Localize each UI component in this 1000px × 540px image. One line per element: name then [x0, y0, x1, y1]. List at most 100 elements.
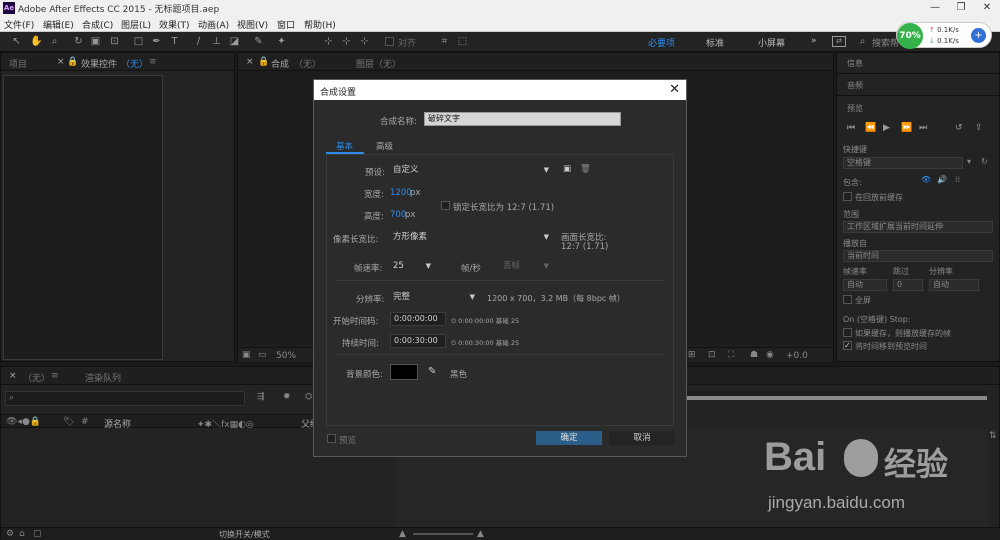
info-panel-tab[interactable]: 信息	[847, 58, 863, 69]
menu-help[interactable]: 帮助(H)	[304, 18, 336, 31]
close-comp-tab-icon[interactable]: ×	[246, 57, 254, 67]
shortcut-dropdown-icon[interactable]: ▾	[967, 157, 971, 166]
restore-button[interactable]: ❐	[948, 0, 974, 16]
workspace-essentials[interactable]: 必要项	[648, 36, 675, 49]
frame-rate-select[interactable]: 25 ▼	[390, 259, 434, 273]
exposure-value[interactable]: +0.0	[786, 351, 808, 361]
viewer-camera-icon[interactable]: ⛶	[728, 350, 734, 360]
pixel-aspect-select[interactable]: 方形像素 ▼	[390, 230, 552, 244]
panel-menu-icon[interactable]: ≡	[149, 57, 157, 67]
frame-rate-select[interactable]: 自动	[843, 279, 887, 291]
fullscreen-checkbox[interactable]	[843, 295, 852, 304]
cache-before-checkbox[interactable]	[843, 192, 852, 201]
if-cache-checkbox[interactable]	[843, 328, 852, 337]
width-value[interactable]: 1200	[390, 188, 412, 198]
lock-icon[interactable]: 🔒	[67, 57, 78, 67]
video-eye-icon[interactable]: 👁	[921, 175, 931, 184]
save-preset-icon[interactable]: ▣	[563, 164, 571, 174]
close-effects-tab-icon[interactable]: ×	[57, 57, 65, 67]
zoom-tool-icon[interactable]: ⌕	[48, 35, 61, 48]
play-from-select[interactable]: 当前时间	[843, 250, 993, 262]
ok-button[interactable]: 确定	[536, 431, 602, 445]
viewer-grid-icon[interactable]: ⊞	[688, 350, 696, 360]
start-timecode-input[interactable]: 0:00:00:00	[390, 312, 446, 326]
timeline-menu-icon[interactable]: ≡	[51, 371, 59, 381]
tab-project[interactable]: 项目	[9, 57, 27, 70]
tab-layer[interactable]: 图层（无）	[356, 57, 401, 70]
preview-checkbox[interactable]	[327, 434, 336, 443]
hand-tool-icon[interactable]: ✋	[30, 35, 43, 48]
network-speed-widget[interactable]: 70% ↑ 0.1K/s ↓ 0.1K/s +	[896, 22, 992, 49]
menu-file[interactable]: 文件(F)	[4, 18, 34, 31]
camera-tool-icon[interactable]: ▣	[89, 35, 102, 48]
close-button[interactable]: ✕	[974, 0, 1000, 16]
audio-panel-tab[interactable]: 音频	[847, 80, 863, 91]
axis-local-icon[interactable]: ⊹	[322, 35, 335, 48]
clone-stamp-tool-icon[interactable]: ⊥	[210, 35, 223, 48]
cancel-button[interactable]: 取消	[609, 431, 675, 445]
dialog-close-icon[interactable]: ✕	[669, 82, 680, 97]
footer-layer-icon[interactable]: ⚙	[6, 529, 14, 539]
export-icon[interactable]: ⇪	[975, 123, 983, 133]
tab-timeline[interactable]: （无）	[23, 371, 50, 384]
reset-icon[interactable]: ↻	[981, 157, 988, 166]
menu-effect[interactable]: 效果(T)	[159, 18, 190, 31]
roto-brush-tool-icon[interactable]: ✎	[252, 35, 265, 48]
zoom-level[interactable]: 50%	[276, 351, 296, 361]
overlay-grid-icon[interactable]: ⁞⁞	[955, 175, 960, 184]
pan-behind-tool-icon[interactable]: ⊡	[108, 35, 121, 48]
shortcut-select[interactable]: 空格键	[843, 157, 963, 169]
move-time-checkbox[interactable]: ✓	[843, 341, 852, 350]
height-value[interactable]: 700	[390, 210, 406, 220]
workspace-small-screen[interactable]: 小屏幕	[758, 36, 785, 49]
preview-panel-tab[interactable]: 预览	[847, 103, 863, 114]
resolution-select[interactable]: 完整 ▼	[390, 290, 478, 304]
menu-layer[interactable]: 图层(L)	[121, 18, 151, 31]
text-tool-icon[interactable]: T	[168, 35, 181, 48]
menu-view[interactable]: 视图(V)	[237, 18, 268, 31]
next-frame-button[interactable]: ⏩	[901, 123, 912, 133]
lock-aspect-checkbox[interactable]	[441, 201, 450, 210]
timeline-zoom-slider[interactable]	[413, 533, 473, 535]
help-search-input[interactable]: 搜索帮	[872, 36, 899, 49]
viewer-channel-icon[interactable]: ◉	[766, 350, 774, 360]
region-of-interest-icon[interactable]: ▭	[258, 350, 267, 360]
snap-grid-icon[interactable]: ⬚	[456, 35, 469, 48]
add-icon[interactable]: +	[971, 28, 986, 43]
search-icon[interactable]: ⌕	[856, 35, 869, 48]
viewer-snapshot-icon[interactable]: ☗	[750, 350, 758, 360]
range-select[interactable]: 工作区域扩展当前时间延伸	[843, 221, 993, 233]
menu-animation[interactable]: 动画(A)	[198, 18, 229, 31]
eyedropper-icon[interactable]: ✎	[428, 366, 436, 377]
axis-world-icon[interactable]: ⊹	[340, 35, 353, 48]
footer-timing-icon[interactable]: ▢	[33, 529, 42, 539]
workspace-more-button[interactable]: »	[811, 36, 817, 46]
close-timeline-tab-icon[interactable]: ×	[9, 371, 17, 381]
rectangle-tool-icon[interactable]: □	[132, 35, 145, 48]
comp-lock-icon[interactable]: 🔒	[258, 57, 269, 67]
comp-mini-flowchart-icon[interactable]: ⇶	[257, 392, 265, 402]
delete-preset-icon[interactable]: 🗑	[580, 164, 591, 174]
background-color-swatch[interactable]	[390, 364, 418, 380]
snap-option-icon[interactable]: ⌗	[438, 35, 451, 48]
tab-render-queue[interactable]: 渲染队列	[85, 371, 121, 384]
selection-tool-icon[interactable]: ↖	[10, 35, 23, 48]
menu-edit[interactable]: 编辑(E)	[43, 18, 74, 31]
sync-settings-icon[interactable]: ⇄	[832, 36, 846, 47]
play-button[interactable]: ▶	[883, 123, 890, 133]
audio-speaker-icon[interactable]: 🔊	[937, 175, 947, 184]
tab-advanced[interactable]: 高级	[376, 140, 393, 152]
loop-icon[interactable]: ↺	[955, 123, 963, 133]
menu-composition[interactable]: 合成(C)	[82, 18, 113, 31]
comp-name-input[interactable]: 破碎文字	[424, 112, 621, 126]
snapping-checkbox[interactable]	[385, 37, 394, 46]
preset-select[interactable]: 自定义 ▼	[390, 163, 552, 177]
source-name-column[interactable]: 源名称	[104, 417, 131, 430]
tab-effect-controls[interactable]: 效果控件	[81, 57, 117, 70]
pen-tool-icon[interactable]: ✒	[150, 35, 163, 48]
minimize-button[interactable]: —	[922, 0, 948, 16]
eraser-tool-icon[interactable]: ◪	[228, 35, 241, 48]
timeline-search-input[interactable]: ⌕	[5, 391, 245, 406]
viewer-mask-icon[interactable]: ⊡	[708, 350, 716, 360]
puppet-tool-icon[interactable]: ✦	[275, 35, 288, 48]
